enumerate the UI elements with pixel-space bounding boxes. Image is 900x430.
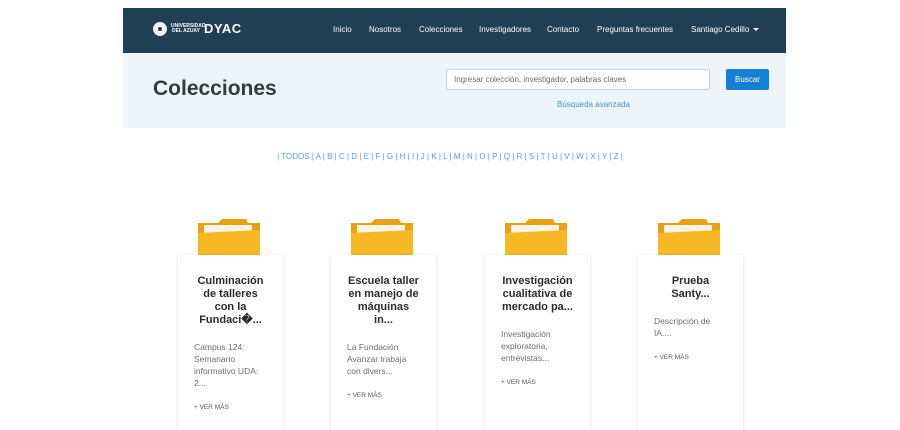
alphabet-link-k[interactable]: K [431, 152, 436, 161]
ver-mas-link[interactable]: + VER MÁS [654, 354, 727, 361]
alphabet-link-f[interactable]: F [375, 152, 380, 161]
collection-card[interactable]: Culminación de talleres con la Fundaci�.… [178, 255, 283, 430]
alphabet-link-n[interactable]: N [467, 152, 473, 161]
card-title: Escuela taller en manejo de máquinas in.… [348, 275, 419, 326]
alphabet-link-i[interactable]: I [412, 152, 414, 161]
alphabet-link-b[interactable]: B [327, 152, 332, 161]
alphabet-link-w[interactable]: W [576, 152, 584, 161]
card-description: Descripción de IA.... [654, 316, 711, 338]
alphabet-link-p[interactable]: P [492, 152, 497, 161]
brand-logo[interactable]: UNIVERSIDAD DEL AZUAY DYAC [153, 21, 242, 36]
top-navbar: UNIVERSIDAD DEL AZUAY DYAC Inicio Nosotr… [123, 8, 786, 53]
card-description: Investigación exploratoria, entrevistas.… [501, 329, 551, 363]
alphabet-link-todos[interactable]: TODOS [281, 152, 309, 161]
ver-mas-link[interactable]: + VER MÁS [501, 379, 574, 386]
alphabet-link-z[interactable]: Z [614, 152, 619, 161]
card-description: Campus 124: Semanario informativo UDA: 2… [194, 342, 259, 388]
caret-down-icon [753, 28, 760, 32]
alphabet-link-c[interactable]: C [339, 152, 345, 161]
user-menu[interactable]: Santiago Cedillo [691, 25, 760, 35]
alphabet-filter: | TODOS | A | B | C | D | E | F | G | H … [277, 152, 623, 161]
alphabet-link-r[interactable]: R [517, 152, 523, 161]
university-seal-icon [153, 21, 167, 36]
nav-item-nosotros[interactable]: Nosotros [369, 25, 401, 35]
alphabet-link-x[interactable]: X [590, 152, 595, 161]
advanced-search-link[interactable]: Búsqueda avanzada [557, 100, 630, 109]
brand-university-label: UNIVERSIDAD DEL AZUAY [171, 22, 206, 34]
folder-icon [505, 219, 567, 257]
alphabet-link-t[interactable]: T [541, 152, 546, 161]
nav-item-inicio[interactable]: Inicio [333, 25, 352, 35]
brand-name: DYAC [204, 21, 242, 36]
alphabet-link-v[interactable]: V [564, 152, 569, 161]
collection-card[interactable]: Escuela taller en manejo de máquinas in.… [331, 255, 436, 430]
search-button[interactable]: Buscar [726, 69, 769, 90]
alphabet-link-j[interactable]: J [421, 152, 425, 161]
collection-card[interactable]: Prueba Santy... Descripción de IA.... + … [638, 255, 743, 430]
folder-icon [351, 219, 413, 257]
search-input[interactable] [446, 69, 710, 90]
alphabet-link-l[interactable]: L [443, 152, 447, 161]
alphabet-link-q[interactable]: Q [504, 152, 510, 161]
card-title: Culminación de talleres con la Fundaci�.… [197, 275, 264, 326]
ver-mas-link[interactable]: + VER MÁS [194, 404, 267, 411]
alphabet-link-u[interactable]: U [552, 152, 558, 161]
alphabet-link-g[interactable]: G [387, 152, 393, 161]
user-name: Santiago Cedillo [691, 25, 750, 34]
alphabet-link-y[interactable]: Y [602, 152, 607, 161]
page-title: Colecciones [153, 77, 277, 100]
alphabet-link-m[interactable]: M [454, 152, 461, 161]
nav-item-colecciones[interactable]: Colecciones [419, 25, 463, 35]
folder-icon [658, 219, 720, 257]
alphabet-link-o[interactable]: O [479, 152, 485, 161]
alphabet-link-d[interactable]: D [351, 152, 357, 161]
alphabet-link-e[interactable]: E [364, 152, 369, 161]
alphabet-link-s[interactable]: S [529, 152, 534, 161]
collection-card[interactable]: Investigación cualitativa de mercado pa.… [485, 255, 590, 430]
card-title: Prueba Santy... [671, 275, 710, 300]
alphabet-link-h[interactable]: H [400, 152, 406, 161]
collections-header: Colecciones Buscar Búsqueda avanzada [123, 53, 786, 128]
ver-mas-link[interactable]: + VER MÁS [347, 392, 420, 399]
card-title: Investigación cualitativa de mercado pa.… [502, 275, 573, 313]
nav-item-preguntas-frecuentes[interactable]: Preguntas frecuentes [597, 25, 673, 35]
alphabet-link-a[interactable]: A [316, 152, 321, 161]
nav-item-investigadores[interactable]: Investigadores [479, 25, 531, 35]
card-description: La Fundación Avanzar trabaja con divers.… [347, 342, 407, 376]
nav-item-contacto[interactable]: Contacto [547, 25, 579, 35]
folder-icon [198, 219, 260, 257]
